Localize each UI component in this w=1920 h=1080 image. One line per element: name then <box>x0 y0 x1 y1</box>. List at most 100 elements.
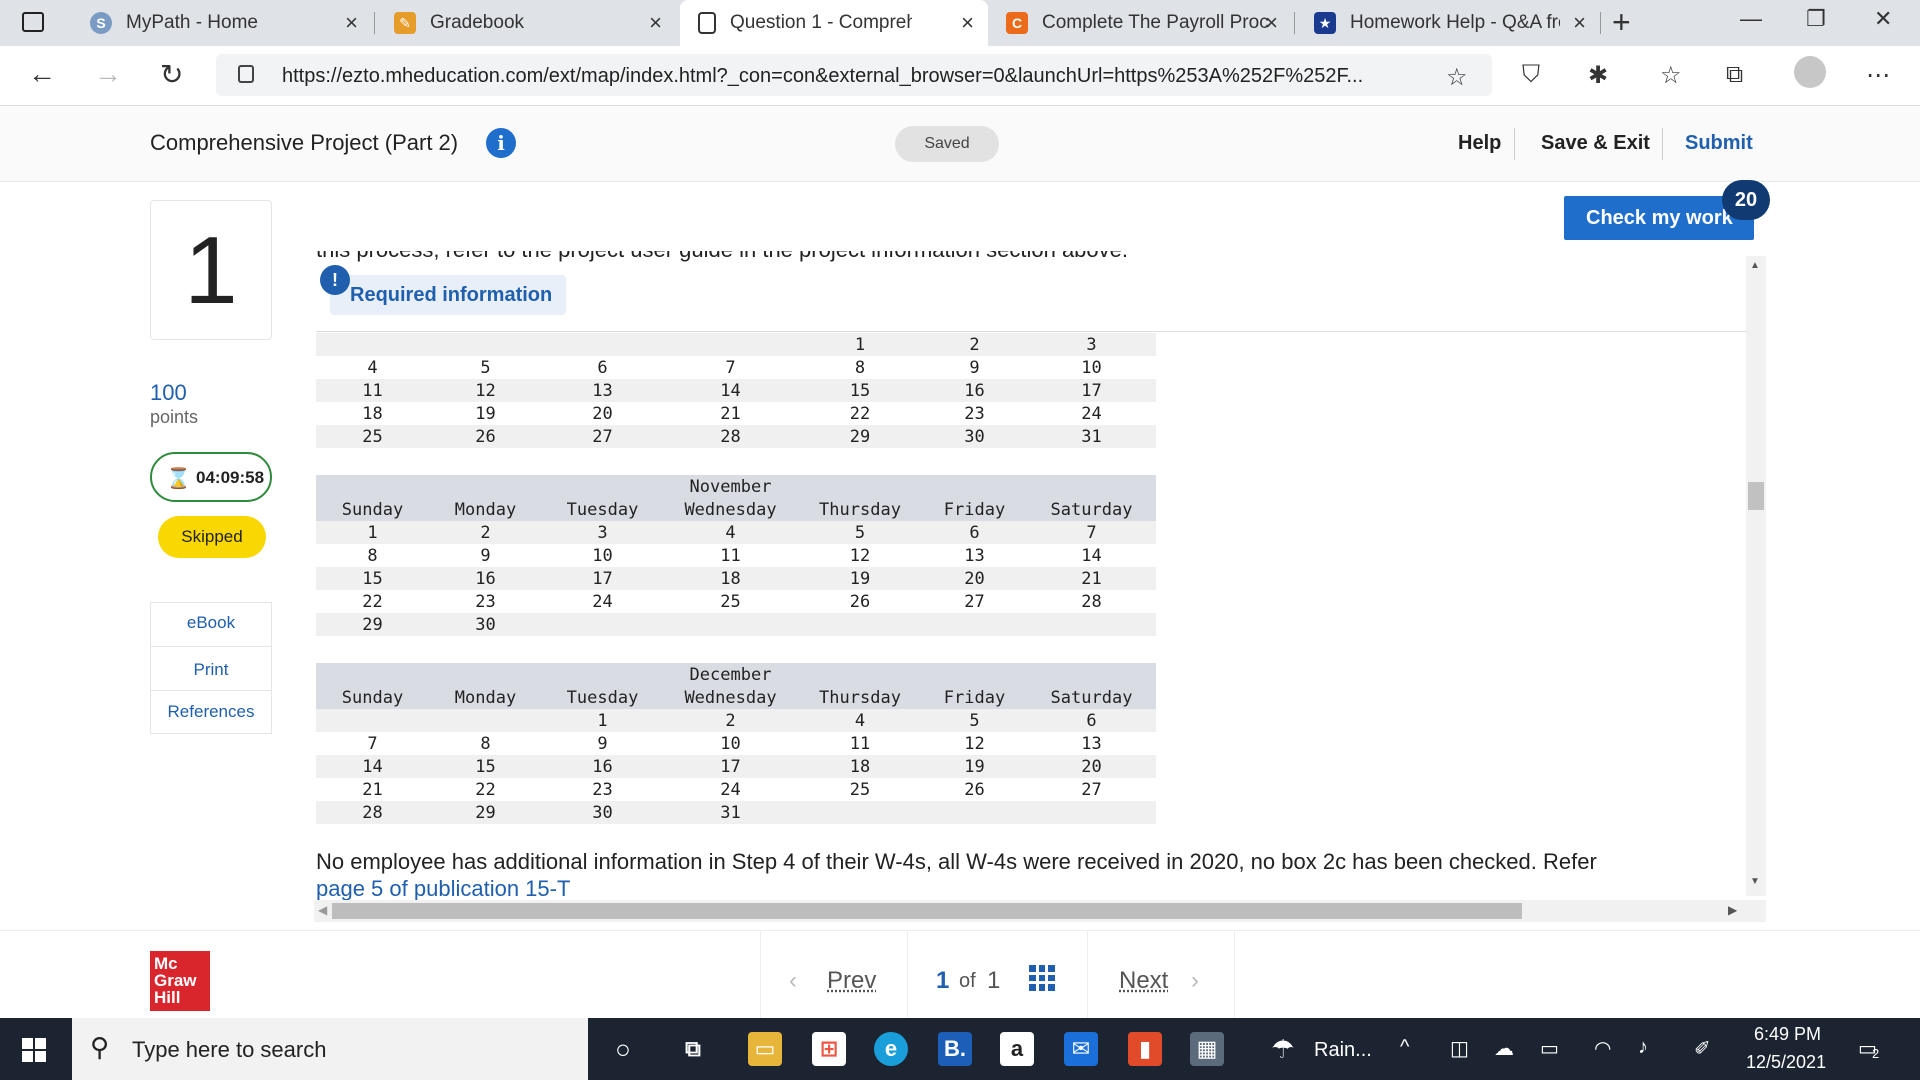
profile-avatar[interactable] <box>1794 56 1826 88</box>
tab-gradebook[interactable]: ✎ Gradebook × <box>376 0 676 46</box>
chevron-up-icon[interactable]: ^ <box>1400 1036 1409 1059</box>
help-link[interactable]: Help <box>1458 132 1501 155</box>
day-cell: 15 <box>429 755 542 778</box>
favorites-icon[interactable]: ☆ <box>1660 61 1682 90</box>
back-icon[interactable]: ← <box>28 58 56 90</box>
notification-count: 2 <box>1872 1046 1880 1061</box>
weekday-header: Wednesday <box>663 498 798 521</box>
tab-mypath[interactable]: S MyPath - Home × <box>72 0 372 46</box>
week-row: 1234567 <box>316 521 1156 544</box>
pen-icon[interactable]: ✐ <box>1694 1036 1711 1061</box>
week-row: 29 30 <box>316 613 1156 636</box>
add-favorite-icon[interactable]: ☆ <box>1446 63 1468 92</box>
collections-icon[interactable]: ⧉ <box>1726 61 1743 89</box>
next-button[interactable]: Next <box>1119 967 1168 995</box>
reload-icon[interactable]: ↻ <box>160 58 183 91</box>
close-window-icon[interactable]: ✕ <box>1874 6 1892 32</box>
references-link[interactable]: References <box>151 691 271 735</box>
ebook-link[interactable]: eBook <box>151 603 271 647</box>
close-icon[interactable]: × <box>1265 10 1278 36</box>
address-bar-row: ← → ↻ https://ezto.mheducation.com/ext/m… <box>0 46 1920 106</box>
submit-link[interactable]: Submit <box>1685 132 1753 155</box>
weather-text[interactable]: Rain... <box>1314 1039 1372 1062</box>
restore-icon[interactable]: ❐ <box>1806 6 1826 32</box>
horizontal-scroll-thumb[interactable] <box>332 903 1522 919</box>
clock-date[interactable]: 12/5/2021 <box>1746 1052 1826 1073</box>
weekday-header: Thursday <box>798 686 922 709</box>
file-explorer-icon[interactable]: ▭ <box>748 1032 782 1066</box>
bold-app-icon[interactable]: B. <box>938 1032 972 1066</box>
day-cell: 31 <box>1027 425 1156 448</box>
day-cell: 14 <box>663 379 798 402</box>
day-cell: 8 <box>854 357 866 378</box>
meet-now-icon[interactable]: ◫ <box>1450 1036 1469 1061</box>
day-cell: 17 <box>542 567 663 590</box>
cortana-icon[interactable]: ○ <box>606 1032 640 1066</box>
extensions-icon[interactable]: ✱ <box>1588 61 1608 90</box>
close-icon[interactable]: × <box>345 10 358 36</box>
url-text[interactable]: https://ezto.mheducation.com/ext/map/ind… <box>282 65 1363 88</box>
office-icon[interactable]: ▮ <box>1128 1032 1162 1066</box>
day-cell: 18 <box>798 755 922 778</box>
battery-icon[interactable]: ▭ <box>1540 1036 1559 1061</box>
new-tab-icon[interactable]: + <box>1612 4 1631 41</box>
publication-link[interactable]: page 5 of publication 15-T <box>316 876 570 900</box>
day-cell: 20 <box>1027 755 1156 778</box>
day-cell: 18 <box>362 403 383 424</box>
volume-icon[interactable]: ♪ <box>1638 1036 1648 1059</box>
wifi-icon[interactable]: ◠ <box>1594 1036 1611 1061</box>
day-cell: 13 <box>1081 733 1102 754</box>
day-cell: 23 <box>964 403 985 424</box>
chegg-favicon-icon: C <box>1006 12 1028 34</box>
day-cell: 28 <box>663 425 798 448</box>
windows-start-icon[interactable] <box>22 1038 46 1062</box>
day-cell: 3 <box>542 521 663 544</box>
week-row: 22 23 24 25 26 27 28 <box>316 590 1156 613</box>
close-icon[interactable]: × <box>1573 10 1586 36</box>
scroll-up-icon[interactable]: ▲ <box>1750 260 1760 271</box>
scroll-left-icon[interactable]: ◀ <box>318 903 327 917</box>
clock-time[interactable]: 6:49 PM <box>1754 1024 1821 1045</box>
day-cell: 26 <box>849 591 871 612</box>
grid-view-icon[interactable] <box>1029 965 1055 991</box>
amazon-icon[interactable]: a <box>1000 1032 1034 1066</box>
day-cell: 14 <box>1081 545 1102 566</box>
weather-icon[interactable]: ☂ <box>1266 1032 1300 1066</box>
task-view-icon[interactable]: ⧉ <box>676 1032 710 1066</box>
store-icon[interactable]: ⊞ <box>812 1032 846 1066</box>
day-cell: 24 <box>592 591 613 612</box>
day-cell <box>542 613 663 636</box>
tab-complete-payroll[interactable]: C Complete The Payroll Proc × <box>988 0 1292 46</box>
close-icon[interactable]: × <box>961 10 974 36</box>
day-cell <box>542 333 663 356</box>
calculator-icon[interactable]: ▦ <box>1190 1032 1224 1066</box>
tab-question-1[interactable]: Question 1 - Comprehensi × <box>680 0 988 46</box>
tab-actions-icon[interactable] <box>22 12 44 32</box>
minimize-icon[interactable]: — <box>1740 6 1762 32</box>
day-cell: 11 <box>849 733 871 754</box>
day-cell: 16 <box>429 567 542 590</box>
shield-icon[interactable]: ⛉ <box>1522 61 1540 89</box>
vertical-scrollbar[interactable]: ▲ ▼ <box>1746 256 1766 896</box>
taskbar-search[interactable]: ⚲ Type here to search <box>72 1018 588 1080</box>
tab-homework-help[interactable]: ★ Homework Help - Q&A fro × <box>1296 0 1600 46</box>
more-icon[interactable]: ⋯ <box>1866 61 1890 90</box>
prev-button[interactable]: Prev <box>827 967 876 995</box>
day-cell: 12 <box>964 733 985 754</box>
mail-icon[interactable]: ✉ <box>1064 1032 1098 1066</box>
scroll-down-icon[interactable]: ▼ <box>1750 876 1760 887</box>
onedrive-icon[interactable]: ☁ <box>1494 1036 1514 1061</box>
horizontal-scrollbar[interactable]: ◀ ▶ <box>314 900 1766 922</box>
save-exit-link[interactable]: Save & Exit <box>1541 132 1650 155</box>
timer: ⌛ 04:09:58 <box>150 452 272 502</box>
day-cell: 16 <box>542 755 663 778</box>
close-icon[interactable]: × <box>649 10 662 36</box>
forward-icon[interactable]: → <box>94 58 122 90</box>
info-icon[interactable]: i <box>486 128 516 158</box>
edge-icon[interactable]: e <box>874 1032 908 1066</box>
scroll-right-icon[interactable]: ▶ <box>1728 903 1737 917</box>
required-information-button[interactable]: ! Required information <box>320 265 566 315</box>
url-field[interactable]: https://ezto.mheducation.com/ext/map/ind… <box>216 54 1492 96</box>
vertical-scroll-thumb[interactable] <box>1748 482 1764 510</box>
print-link[interactable]: Print <box>151 647 271 691</box>
